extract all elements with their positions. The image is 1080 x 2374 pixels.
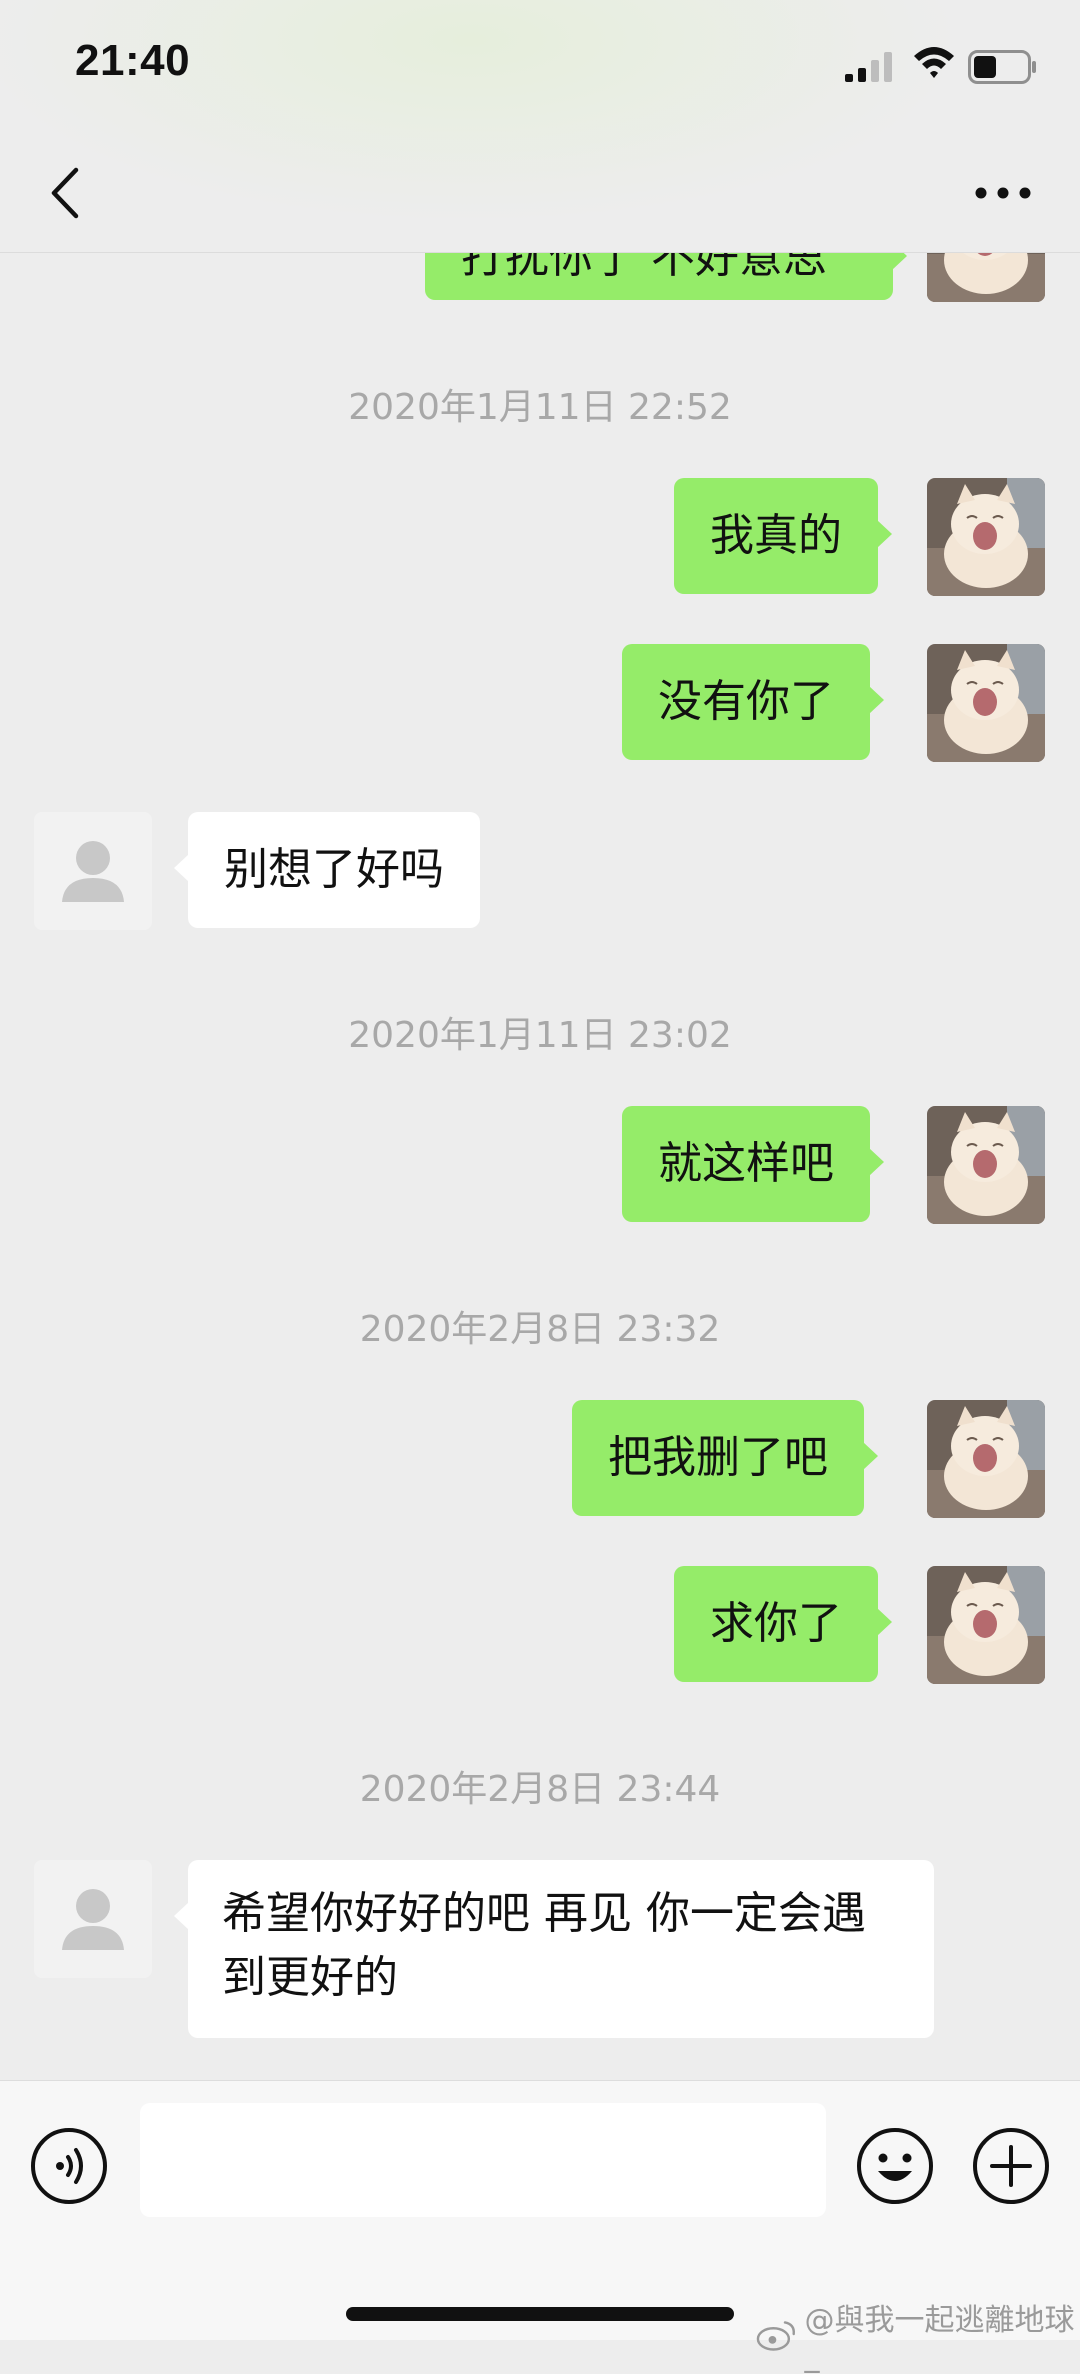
message-text: 把我删了吧 (608, 1432, 828, 1483)
weibo-logo-icon (756, 2320, 795, 2351)
nav-bar (0, 140, 1080, 253)
voice-icon[interactable] (30, 2127, 108, 2205)
plus-circle-icon[interactable] (972, 2127, 1050, 2205)
contact-avatar[interactable] (34, 812, 152, 930)
cat-avatar-image (927, 1106, 1045, 1224)
my-avatar[interactable] (927, 1106, 1045, 1224)
cat-avatar-image (927, 1400, 1045, 1518)
more-button[interactable] (968, 168, 1038, 218)
message-text: 求你了 (710, 1598, 842, 1649)
more-dots-icon (975, 187, 1031, 199)
battery-icon (968, 50, 1036, 84)
watermark-text: @與我一起逃離地球_ (804, 2303, 1075, 2374)
message-text: 就这样吧 (658, 1138, 834, 1189)
back-button[interactable] (40, 158, 90, 228)
chevron-left-icon (51, 167, 79, 219)
home-indicator[interactable] (346, 2307, 734, 2321)
my-avatar[interactable] (927, 478, 1045, 596)
message-text: 别想了好吗 (224, 844, 444, 895)
message-bubble-theirs[interactable]: 别想了好吗 (174, 812, 480, 928)
wifi-icon (914, 47, 954, 78)
cat-avatar-image (927, 1566, 1045, 1684)
chat-timestamp: 2020年1月11日 23:02 (348, 1015, 732, 1056)
message-bubble-mine[interactable]: 把我删了吧 (572, 1400, 878, 1516)
message-bubble-mine[interactable]: 就这样吧 (622, 1106, 884, 1222)
chat-timestamp: 2020年2月8日 23:32 (359, 1309, 721, 1350)
message-bubble-mine[interactable]: 我真的 (674, 478, 892, 594)
watermark: @與我一起逃離地球_ (756, 2295, 1080, 2374)
my-avatar[interactable] (927, 1566, 1045, 1684)
message-input[interactable] (140, 2103, 826, 2217)
default-person-icon (62, 1889, 124, 1950)
default-person-icon (62, 841, 124, 902)
emoji-icon[interactable] (856, 2127, 934, 2205)
cat-avatar-image (927, 644, 1045, 762)
message-text: 希望你好好的吧 再见 你一定会遇到更好的 (222, 1888, 866, 2003)
chat-area[interactable]: 打扰你了 不好意思 2020年1月11日 22:52 我真的 没有你了 别想了好… (0, 0, 1080, 2080)
message-bubble-theirs[interactable]: 希望你好好的吧 再见 你一定会遇到更好的 (174, 1860, 934, 2038)
my-avatar[interactable] (927, 1400, 1045, 1518)
cat-avatar-image (927, 478, 1045, 596)
contact-avatar[interactable] (34, 1860, 152, 1978)
chat-timestamp: 2020年1月11日 22:52 (348, 387, 732, 428)
cellular-signal-icon (845, 52, 892, 82)
status-bar: 21:40 (0, 0, 1080, 140)
my-avatar[interactable] (927, 644, 1045, 762)
status-time: 21:40 (75, 36, 191, 85)
message-bubble-mine[interactable]: 求你了 (674, 1566, 892, 1682)
top-bar-area: 21:40 (0, 0, 1080, 253)
message-bubble-mine[interactable]: 没有你了 (622, 644, 884, 760)
message-text: 我真的 (710, 510, 842, 561)
chat-timestamp: 2020年2月8日 23:44 (359, 1769, 721, 1810)
message-text: 没有你了 (658, 676, 834, 727)
